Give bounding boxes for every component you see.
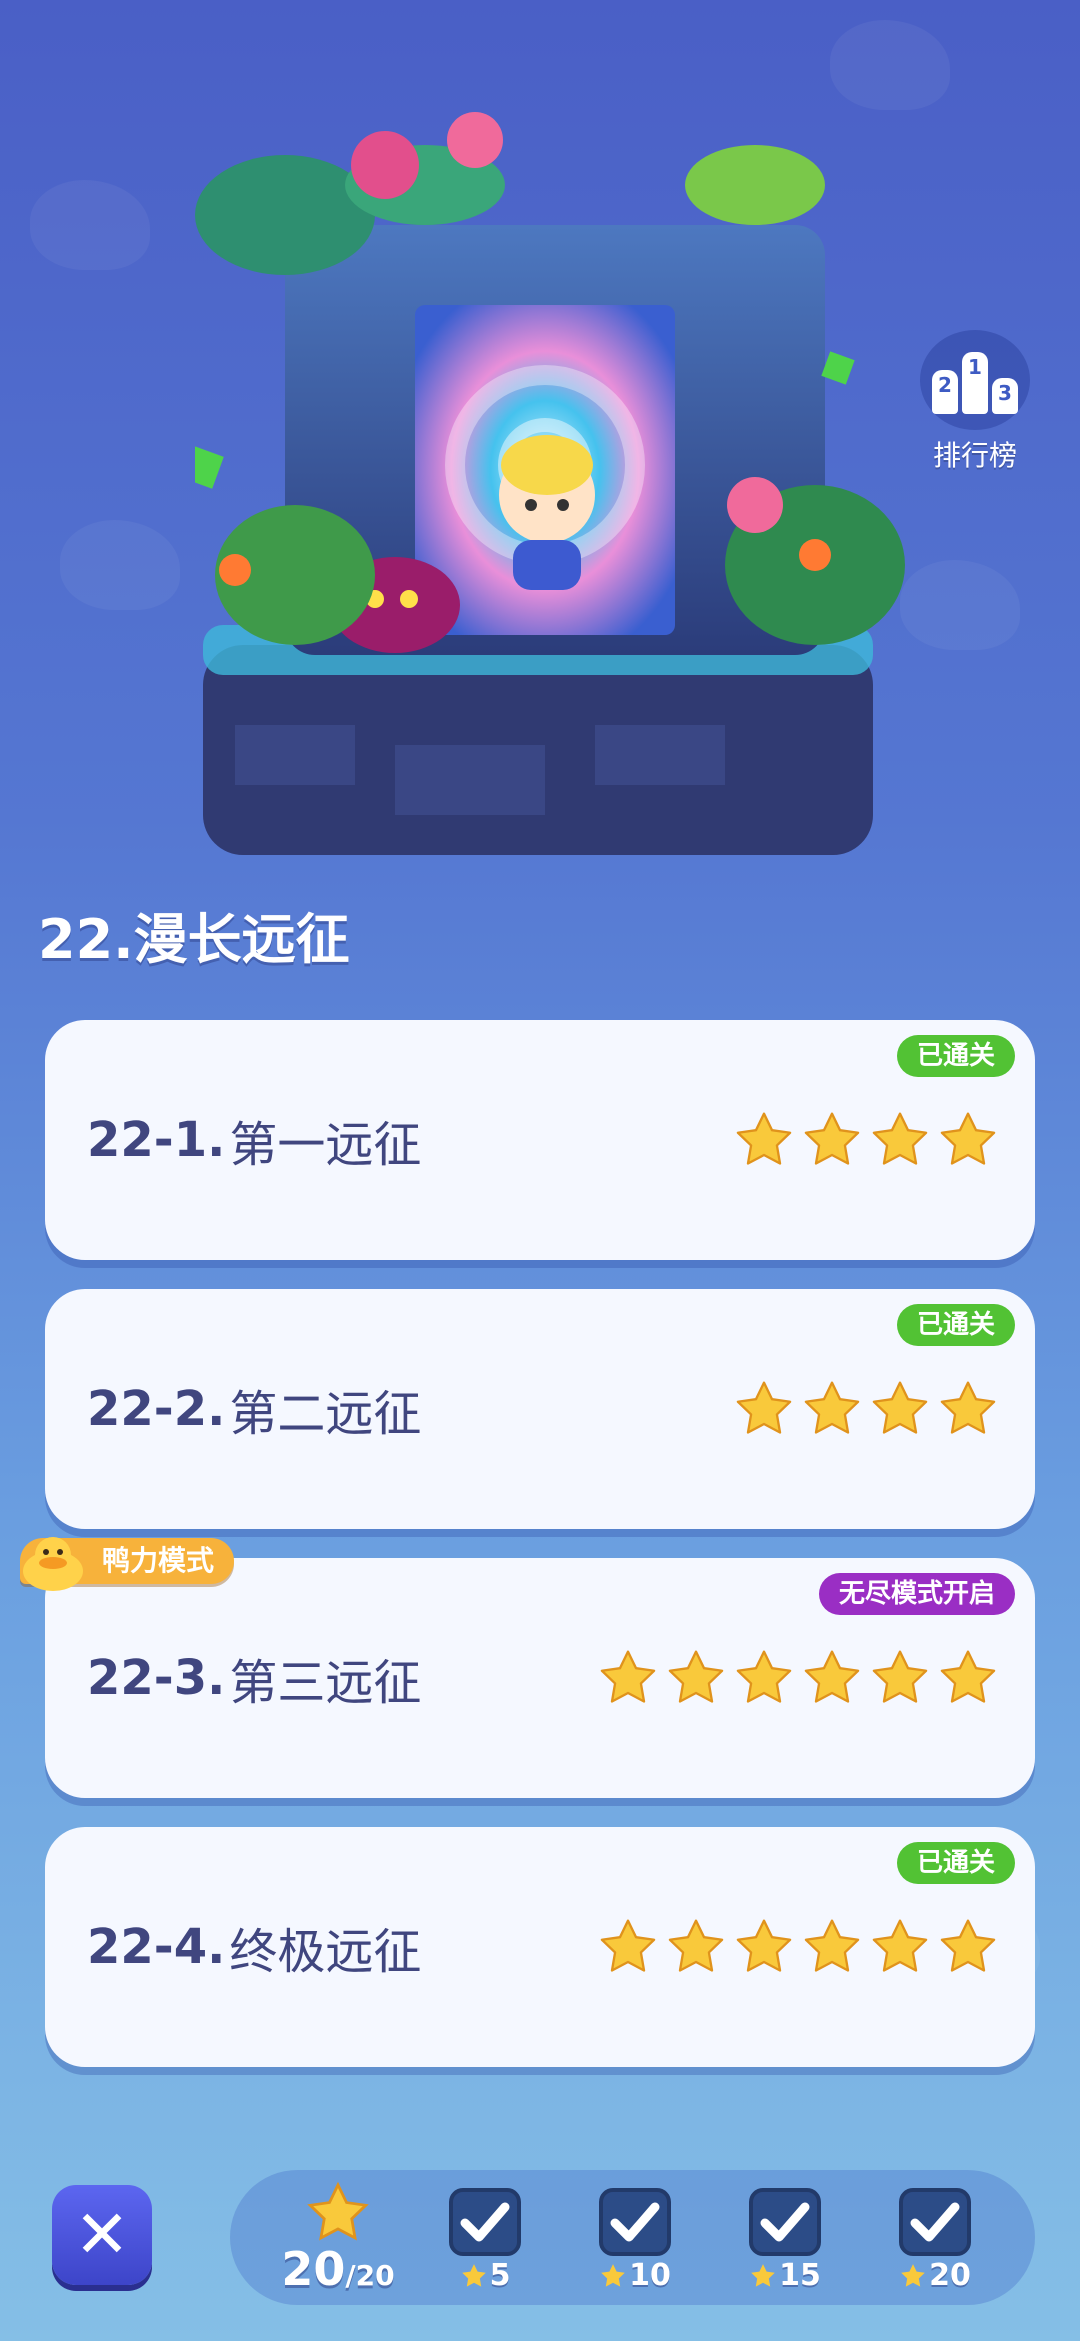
milestone-threshold: 10 [629, 2258, 671, 2293]
level-number: 22-4. [87, 1919, 226, 1975]
stars-collected: 20 [281, 2242, 346, 2296]
star-rating [733, 1020, 999, 1260]
level-card[interactable]: 已通关 22-4. 终极远征 [45, 1827, 1035, 2067]
level-name: 第一远征 [229, 1117, 422, 1173]
star-icon [804, 1112, 860, 1165]
level-card[interactable]: 无尽模式开启 22-3. 第三远征 [45, 1558, 1035, 1798]
claimed-chest-icon [599, 2188, 671, 2256]
stars-max: /20 [345, 2259, 395, 2292]
leaderboard-label: 排行榜 [932, 439, 1017, 472]
check-icon [610, 2202, 660, 2242]
milestone-threshold: 5 [489, 2258, 511, 2293]
background-duck-pattern [60, 520, 180, 610]
star-rating [597, 1558, 999, 1798]
star-icon [872, 1112, 928, 1165]
level-title: 22-4. 终极远征 [87, 1827, 421, 2067]
level-number: 22-3. [87, 1650, 226, 1706]
star-icon [872, 1381, 928, 1434]
star-icon [872, 1650, 928, 1703]
check-icon [760, 2202, 810, 2242]
podium-first: 1 [962, 352, 988, 414]
milestone-reward[interactable]: 10 [587, 2188, 683, 2293]
background-duck-pattern [30, 180, 150, 270]
star-icon [804, 1650, 860, 1703]
background-duck-pattern [830, 20, 950, 110]
milestone-threshold: 20 [929, 2258, 971, 2293]
level-card[interactable]: 已通关 22-2. 第二远征 [45, 1289, 1035, 1529]
star-icon [736, 1381, 792, 1434]
star-icon [901, 2263, 925, 2287]
star-icon [601, 2263, 625, 2287]
star-icon [940, 1112, 996, 1165]
check-icon [910, 2202, 960, 2242]
podium-icon: 2 1 3 [920, 330, 1030, 430]
star-icon [461, 2263, 486, 2287]
duck-icon [23, 1537, 83, 1591]
claimed-chest-icon [449, 2188, 521, 2256]
star-icon [872, 1919, 928, 1972]
milestone-label: 20 [887, 2258, 983, 2293]
claimed-chest-icon [899, 2188, 971, 2256]
close-button[interactable]: ✕ [52, 2185, 152, 2285]
podium-second: 2 [932, 370, 958, 414]
star-icon [668, 1650, 724, 1703]
level-title: 22-3. 第三远征 [87, 1558, 421, 1798]
milestone-label: 10 [587, 2258, 683, 2293]
level-card[interactable]: 已通关 22-1. 第一远征 [45, 1020, 1035, 1260]
star-icon [600, 1650, 656, 1703]
milestone-reward[interactable]: 15 [737, 2188, 833, 2293]
milestone-label: 15 [737, 2258, 833, 2293]
star-rating [597, 1827, 999, 2067]
total-stars: 20/20 [278, 2180, 398, 2296]
level-title: 22-2. 第二远征 [87, 1289, 421, 1529]
chapter-illustration [195, 105, 915, 855]
star-count: 20/20 [278, 2242, 398, 2296]
milestone-reward[interactable]: 20 [887, 2188, 983, 2293]
star-reward-bar: 20/20 5 10 15 20 [230, 2170, 1035, 2305]
close-icon: ✕ [74, 2196, 130, 2273]
milestone-threshold: 15 [779, 2258, 821, 2293]
star-icon [940, 1650, 996, 1703]
chapter-title: 22.漫长远征 [38, 908, 350, 971]
check-icon [460, 2202, 510, 2242]
level-name: 第二远征 [229, 1386, 422, 1442]
claimed-chest-icon [749, 2188, 821, 2256]
podium-third: 3 [992, 378, 1018, 414]
star-icon [736, 1112, 792, 1165]
level-number: 22-1. [87, 1112, 226, 1168]
star-icon [940, 1381, 996, 1434]
star-icon [600, 1919, 656, 1972]
level-name: 终极远征 [229, 1924, 422, 1980]
milestone-label: 5 [437, 2258, 533, 2293]
star-icon [668, 1919, 724, 1972]
leaderboard-button[interactable]: 2 1 3 排行榜 [915, 330, 1035, 474]
level-title: 22-1. 第一远征 [87, 1020, 421, 1260]
star-icon [307, 2181, 369, 2241]
milestone-reward[interactable]: 5 [437, 2188, 533, 2293]
star-icon [940, 1919, 996, 1972]
star-icon [804, 1919, 860, 1972]
background-duck-pattern [900, 560, 1020, 650]
star-icon [736, 1919, 792, 1972]
star-icon [804, 1381, 860, 1434]
star-icon [736, 1650, 792, 1703]
star-icon [751, 2263, 775, 2287]
star-rating [733, 1289, 999, 1529]
level-name: 第三远征 [229, 1655, 422, 1711]
level-number: 22-2. [87, 1381, 226, 1437]
